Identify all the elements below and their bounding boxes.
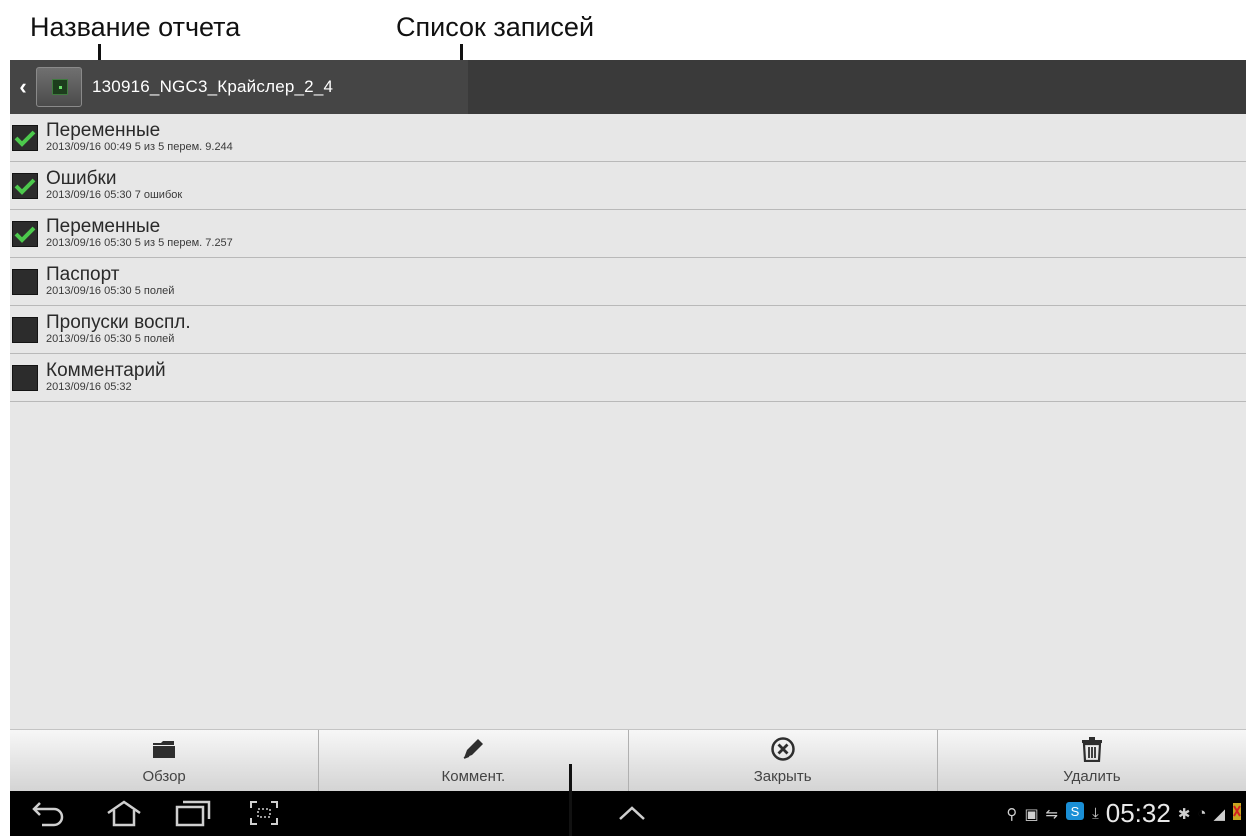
record-meta: 2013/09/16 05:30 5 из 5 перем. 7.257 [46,237,233,249]
wifi-icon: ◔ [1197,805,1207,822]
sd-card-icon: ▣ [1024,805,1039,823]
back-arrow-icon[interactable]: ‹ [10,60,36,114]
list-item[interactable]: Паспорт 2013/09/16 05:30 5 полей [10,258,1246,306]
checkmark-icon [14,178,36,195]
folder-icon [152,736,176,762]
record-title: Переменные [46,120,161,141]
system-nav-bar: ⚲ ▣ ⇋ S ⤓ 05:32 ✱ ◔ ◢ [10,791,1246,836]
browse-button[interactable]: Обзор [10,730,320,791]
download-icon: ⤓ [1092,805,1099,822]
callout-pointer-toolbar [569,764,572,836]
report-title: 130916_NGC3_Крайслер_2_4 [92,77,334,96]
list-item[interactable]: Ошибки 2013/09/16 05:30 7 ошибок [10,162,1246,210]
pen-icon [460,736,486,762]
svg-text:S: S [1071,804,1080,819]
record-list: Переменные 2013/09/16 00:49 5 из 5 перем… [10,114,1246,402]
comment-button[interactable]: Коммент. [319,730,629,791]
callout-record-list: Список записей [396,12,595,42]
list-item[interactable]: Переменные 2013/09/16 00:49 5 из 5 перем… [10,114,1246,162]
sync-icon: ⇋ [1045,805,1059,823]
record-title: Комментарий [46,360,166,381]
recent-apps-icon[interactable] [174,799,212,832]
browse-label: Обзор [142,768,186,785]
checkmark-icon [14,226,36,243]
close-label: Закрыть [753,768,812,785]
record-title: Пропуски воспл. [46,312,191,333]
close-button[interactable]: Закрыть [629,730,938,791]
checkbox[interactable] [12,220,38,247]
device-screen: ‹ 130916_NGC3_Крайслер_2_4 Переменные 20… [10,60,1246,836]
title-area[interactable]: ‹ 130916_NGC3_Крайслер_2_4 [10,60,468,114]
app-device-icon [36,67,82,107]
skype-icon: S [1065,801,1085,826]
back-icon[interactable] [30,799,66,832]
close-circle-icon [770,736,796,762]
record-meta: 2013/09/16 05:30 7 ошибок [46,189,183,201]
record-title: Паспорт [46,264,120,285]
comment-label: Коммент. [441,768,506,785]
list-item[interactable]: Пропуски воспл. 2013/09/16 05:30 5 полей [10,306,1246,354]
list-item[interactable]: Переменные 2013/09/16 05:30 5 из 5 перем… [10,210,1246,258]
record-meta: 2013/09/16 05:30 5 полей [46,285,175,297]
bluetooth-icon: ✱ [1177,805,1191,823]
record-meta: 2013/09/16 05:30 5 полей [46,333,175,345]
checkbox[interactable] [12,172,38,199]
record-meta: 2013/09/16 00:49 5 из 5 перем. 9.244 [46,141,233,153]
checkbox[interactable] [12,268,38,295]
delete-label: Удалить [1063,768,1121,785]
checkbox[interactable] [12,316,38,343]
record-title: Переменные [46,216,161,237]
checkbox[interactable] [12,124,38,151]
usb-icon: ⚲ [1006,805,1018,823]
home-icon[interactable] [104,799,144,832]
action-bar: ‹ 130916_NGC3_Крайслер_2_4 [10,60,1246,114]
signal-icon: ◢ [1213,805,1225,823]
checkbox[interactable] [12,364,38,391]
list-item[interactable]: Комментарий 2013/09/16 05:32 [10,354,1246,402]
callout-report-name: Название отчета [30,12,241,42]
checkmark-icon [14,130,36,147]
status-area: ⚲ ▣ ⇋ S ⤓ 05:32 ✱ ◔ ◢ [1006,791,1242,836]
battery-icon [1232,801,1242,826]
record-title: Ошибки [46,168,117,189]
record-meta: 2013/09/16 05:32 [46,381,132,393]
chevron-up-icon[interactable] [616,799,648,832]
bottom-toolbar: Обзор Коммент. Закрыть Удалить [10,729,1246,791]
delete-button[interactable]: Удалить [938,730,1246,791]
clock: 05:32 [1105,798,1171,828]
screenshot-icon[interactable] [248,799,280,832]
trash-icon [1081,736,1103,762]
